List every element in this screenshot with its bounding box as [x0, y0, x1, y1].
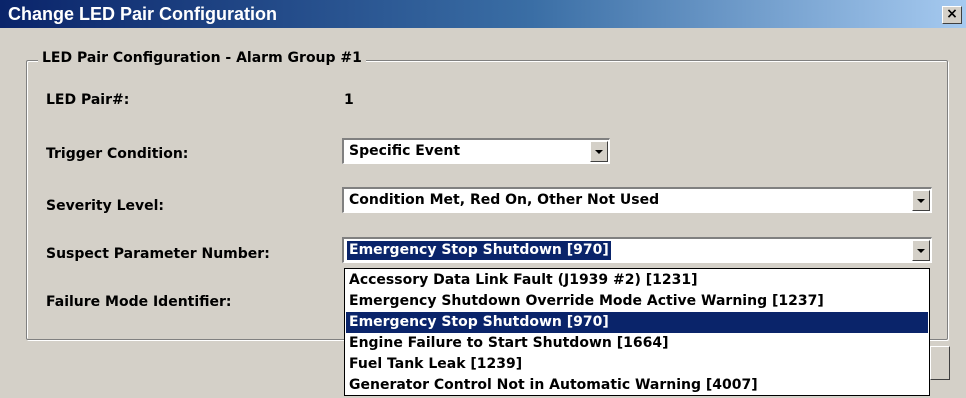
dropdown-option-selected[interactable]: Emergency Stop Shutdown [970] — [346, 312, 928, 333]
trigger-condition-value: Specific Event — [349, 143, 461, 159]
spn-dropdown-list[interactable]: Accessory Data Link Fault (J1939 #2) [12… — [344, 268, 930, 396]
chevron-down-icon[interactable] — [912, 190, 930, 211]
dialog-button[interactable] — [930, 346, 950, 380]
close-icon: × — [946, 6, 958, 22]
spn-value: Emergency Stop Shutdown [970] — [346, 240, 612, 261]
spn-label: Suspect Parameter Number: — [46, 246, 270, 262]
severity-level-label: Severity Level: — [46, 198, 165, 214]
severity-level-select[interactable]: Condition Met, Red On, Other Not Used — [342, 187, 932, 213]
fmi-label: Failure Mode Identifier: — [46, 294, 232, 310]
led-pair-label: LED Pair#: — [46, 92, 130, 108]
dropdown-option[interactable]: Fuel Tank Leak [1239] — [346, 354, 928, 375]
dropdown-option[interactable]: Engine Failure to Start Shutdown [1664] — [346, 333, 928, 354]
trigger-condition-select[interactable]: Specific Event — [342, 138, 610, 164]
chevron-down-icon[interactable] — [590, 141, 608, 162]
led-pair-value: 1 — [344, 92, 354, 108]
window-title: Change LED Pair Configuration — [8, 4, 278, 24]
dropdown-option[interactable]: Accessory Data Link Fault (J1939 #2) [12… — [346, 270, 928, 291]
close-button[interactable]: × — [942, 6, 962, 24]
spn-select[interactable]: Emergency Stop Shutdown [970] — [342, 237, 932, 263]
severity-level-value: Condition Met, Red On, Other Not Used — [349, 192, 660, 208]
chevron-down-icon[interactable] — [912, 240, 930, 261]
trigger-condition-label: Trigger Condition: — [46, 146, 189, 162]
dropdown-option[interactable]: Generator Control Not in Automatic Warni… — [346, 375, 928, 396]
title-bar[interactable]: Change LED Pair Configuration × — [0, 0, 966, 28]
dropdown-option[interactable]: Emergency Shutdown Override Mode Active … — [346, 291, 928, 312]
change-led-pair-dialog: Change LED Pair Configuration × LED Pair… — [0, 0, 966, 398]
group-legend: LED Pair Configuration - Alarm Group #1 — [38, 48, 366, 68]
